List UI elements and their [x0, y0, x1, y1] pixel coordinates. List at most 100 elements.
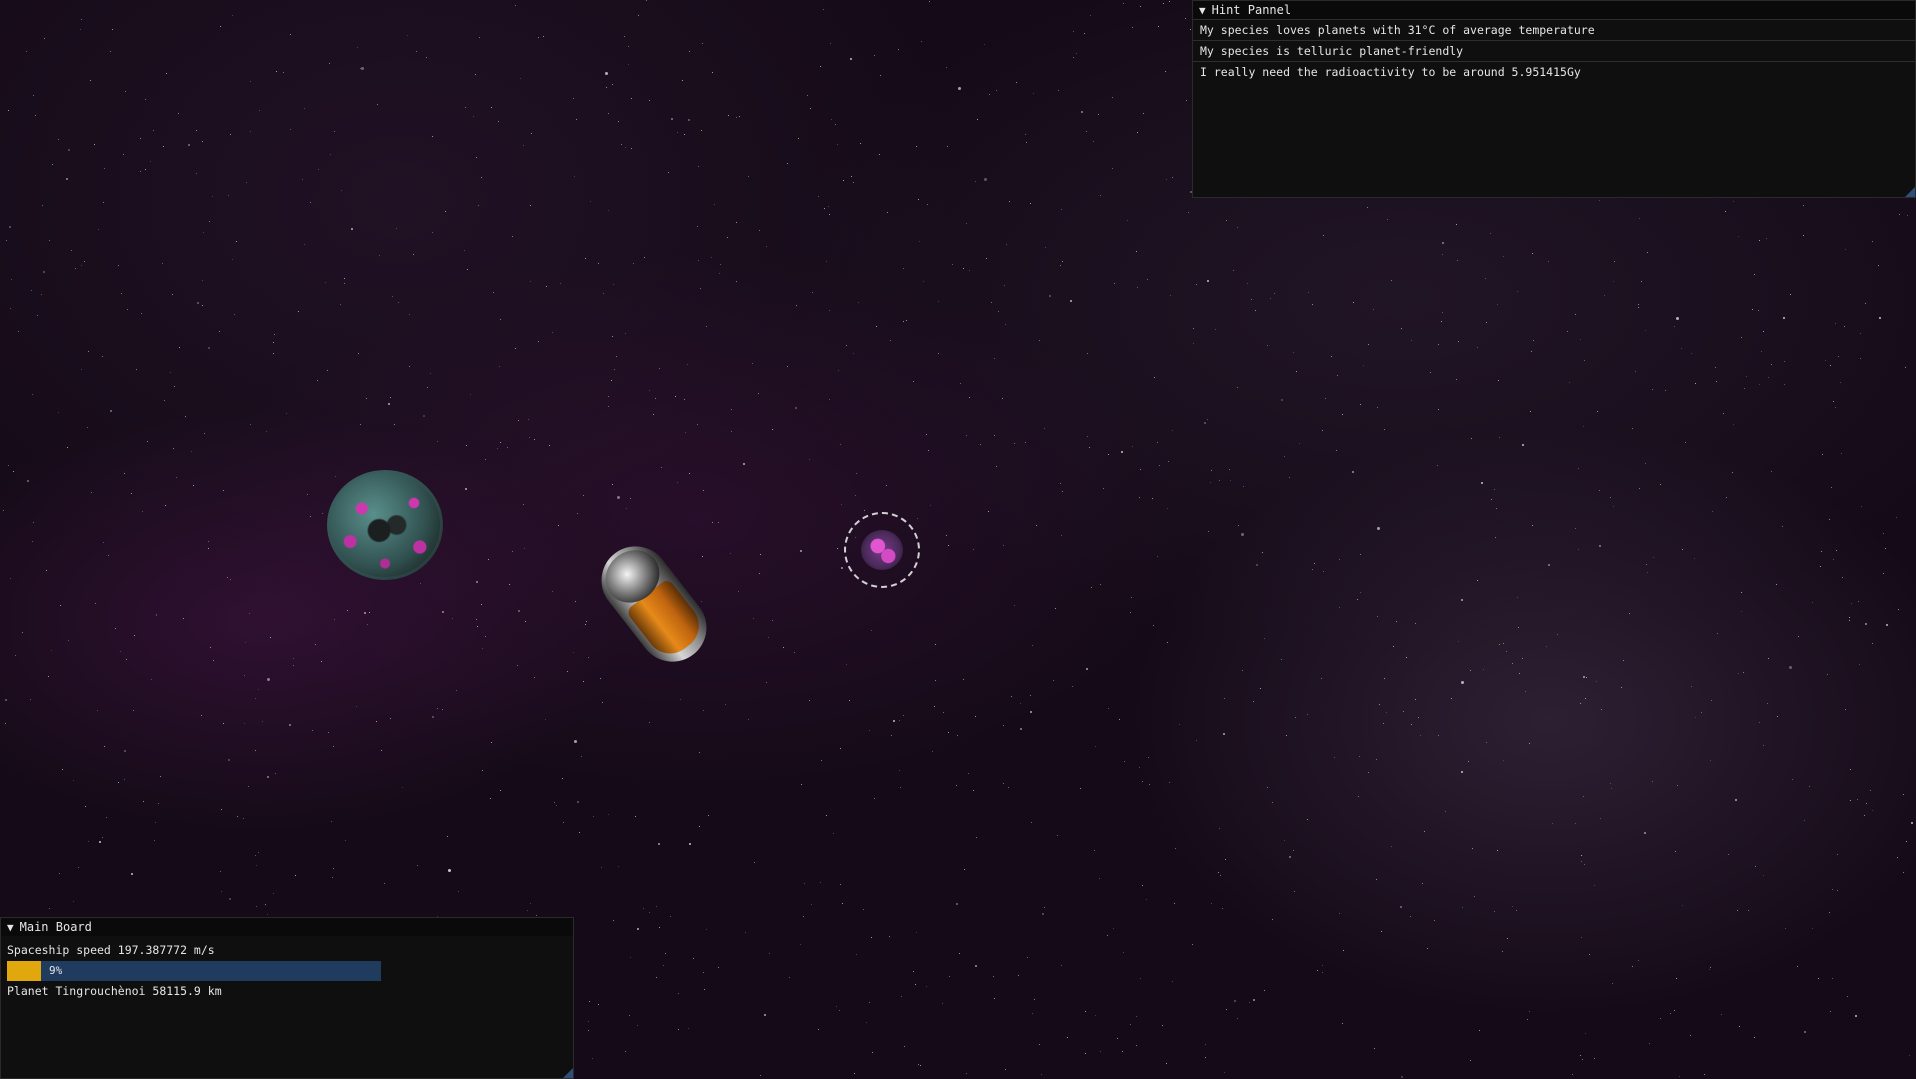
- star: [1113, 928, 1114, 929]
- star: [1166, 1063, 1167, 1064]
- star: [62, 769, 63, 770]
- star: [638, 15, 639, 16]
- star: [1883, 573, 1884, 574]
- star: [772, 620, 773, 621]
- star: [1860, 358, 1861, 359]
- star: [745, 932, 746, 933]
- star: [976, 837, 977, 838]
- star: [1472, 848, 1473, 849]
- star: [1599, 545, 1601, 547]
- star: [325, 282, 326, 283]
- star: [1833, 401, 1834, 402]
- hint-panel-titlebar[interactable]: ▼ Hint Pannel: [1193, 1, 1915, 19]
- star: [442, 709, 443, 710]
- resize-grip[interactable]: [1905, 187, 1915, 197]
- star: [1076, 53, 1077, 54]
- star: [520, 78, 521, 79]
- star: [8, 110, 9, 111]
- star: [377, 104, 378, 105]
- star: [1169, 782, 1170, 783]
- star: [37, 315, 38, 316]
- star: [124, 750, 126, 752]
- star: [677, 132, 678, 133]
- star: [497, 448, 498, 449]
- collapse-triangle-icon[interactable]: ▼: [1199, 4, 1206, 17]
- star: [32, 394, 33, 395]
- star: [1211, 470, 1212, 471]
- star: [351, 228, 353, 230]
- star: [1170, 295, 1171, 296]
- star: [1581, 937, 1582, 938]
- hint-item: I really need the radioactivity to be ar…: [1193, 61, 1915, 82]
- star: [1694, 558, 1695, 559]
- star: [837, 548, 838, 549]
- star: [811, 904, 812, 905]
- star: [1430, 372, 1431, 373]
- star: [872, 1052, 873, 1053]
- star: [789, 977, 790, 978]
- star: [818, 196, 819, 197]
- star: [344, 283, 345, 284]
- star: [1768, 377, 1769, 378]
- star: [1477, 580, 1478, 581]
- star: [728, 115, 729, 116]
- star: [899, 720, 900, 721]
- star: [869, 1002, 870, 1003]
- star: [1610, 497, 1611, 498]
- star: [689, 473, 690, 474]
- star: [956, 903, 958, 905]
- star: [1831, 487, 1832, 488]
- star: [1827, 674, 1828, 675]
- star: [1623, 660, 1624, 661]
- star: [671, 118, 673, 120]
- teal-planet[interactable]: [327, 470, 443, 580]
- star: [1374, 1048, 1375, 1049]
- star: [1754, 1037, 1755, 1038]
- star: [1681, 348, 1682, 349]
- star: [1053, 680, 1054, 681]
- star: [517, 665, 518, 666]
- star: [103, 542, 104, 543]
- star: [360, 424, 361, 425]
- star: [75, 268, 76, 269]
- star: [1281, 659, 1282, 660]
- star: [1295, 717, 1296, 718]
- star: [1503, 643, 1504, 644]
- star: [232, 15, 233, 16]
- star: [1114, 283, 1115, 284]
- star: [809, 700, 810, 701]
- star: [1441, 321, 1442, 322]
- star: [1471, 438, 1472, 439]
- star: [986, 258, 987, 259]
- main-board-titlebar[interactable]: ▼ Main Board: [1, 918, 573, 936]
- star: [703, 710, 704, 711]
- star: [1070, 300, 1072, 302]
- star: [94, 144, 95, 145]
- star: [356, 706, 357, 707]
- planet-distance-readout: Planet Tingrouchènoi 58115.9 km: [7, 984, 222, 998]
- star: [509, 584, 510, 585]
- star: [1458, 341, 1459, 342]
- star: [988, 511, 989, 512]
- star: [1376, 759, 1377, 760]
- star: [1108, 708, 1109, 709]
- star: [388, 403, 390, 405]
- star: [918, 199, 919, 200]
- star: [358, 353, 359, 354]
- star: [106, 817, 107, 818]
- star: [364, 612, 366, 614]
- star: [1163, 3, 1164, 4]
- star: [926, 986, 927, 987]
- star: [1516, 910, 1517, 911]
- collapse-triangle-icon[interactable]: ▼: [7, 921, 14, 934]
- star: [846, 345, 847, 346]
- star: [1809, 786, 1810, 787]
- star: [1905, 367, 1906, 368]
- star: [1496, 508, 1497, 509]
- star: [900, 787, 901, 788]
- star: [273, 893, 274, 894]
- resize-grip[interactable]: [563, 1068, 573, 1078]
- star: [1208, 531, 1209, 532]
- star: [1226, 220, 1227, 221]
- star: [800, 944, 801, 945]
